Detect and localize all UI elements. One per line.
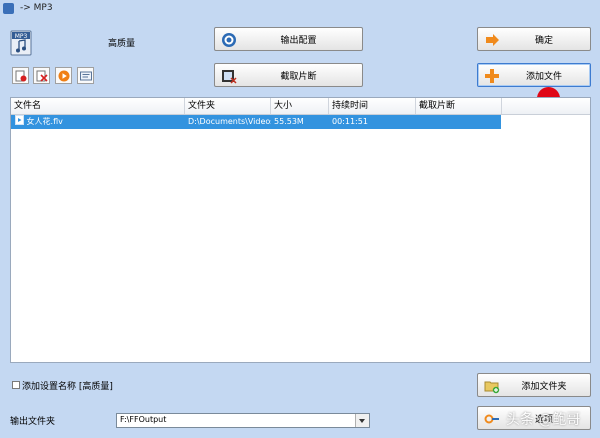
column-header-duration[interactable]: 持续时间 <box>329 98 416 114</box>
arrow-right-icon <box>484 32 500 48</box>
mp3-profile-icon[interactable]: MP3 <box>10 30 32 56</box>
remove-file-button[interactable] <box>12 67 29 84</box>
output-settings-button[interactable]: 输出配置 <box>214 27 363 51</box>
clip-button[interactable]: 截取片断 <box>214 63 363 87</box>
ok-button[interactable]: 确定 <box>477 27 591 51</box>
column-header-filename[interactable]: 文件名 <box>11 98 185 114</box>
clear-list-icon <box>36 70 48 82</box>
column-header-size[interactable]: 大小 <box>271 98 329 114</box>
file-list-table[interactable]: 文件名 文件夹 大小 持续时间 截取片断 女人花.flv D:\Document… <box>10 97 591 363</box>
remove-file-icon <box>15 70 27 82</box>
output-folder-select[interactable]: F:\FFOutput <box>116 413 370 428</box>
folder-add-icon <box>484 378 500 394</box>
clip-label: 截取片断 <box>280 71 317 82</box>
play-icon <box>58 70 70 82</box>
media-info-icon <box>80 71 92 81</box>
add-folder-label: 添加文件夹 <box>521 381 567 392</box>
quality-label: 高质量 <box>108 39 136 49</box>
app-icon <box>3 3 14 14</box>
svg-text:MP3: MP3 <box>15 33 28 40</box>
output-folder-label: 输出文件夹 <box>10 417 56 427</box>
settings-icon <box>221 32 237 48</box>
column-header-folder[interactable]: 文件夹 <box>185 98 271 114</box>
window-title: -> MP3 <box>20 3 53 13</box>
table-row[interactable]: 女人花.flv D:\Documents\Videos 55.53M 00:11… <box>11 115 501 129</box>
add-setting-name-checkbox[interactable] <box>12 381 20 389</box>
film-clip-icon <box>221 68 237 84</box>
filename-text: 女人花.flv <box>26 117 63 126</box>
table-header: 文件名 文件夹 大小 持续时间 截取片断 <box>11 98 590 115</box>
watermark-text: 头条 @鲍哥 <box>506 412 581 428</box>
clear-list-button[interactable] <box>33 67 50 84</box>
output-settings-label: 输出配置 <box>280 35 317 46</box>
play-button[interactable] <box>55 67 72 84</box>
video-file-icon <box>15 115 24 125</box>
add-file-button[interactable]: 添加文件 <box>477 63 591 87</box>
cell-folder: D:\Documents\Videos <box>188 117 271 126</box>
title-bar: -> MP3 <box>0 0 600 18</box>
ok-label: 确定 <box>534 35 553 46</box>
options-icon <box>484 411 500 427</box>
add-file-label: 添加文件 <box>525 71 562 82</box>
cell-filename: 女人花.flv <box>11 115 185 129</box>
cell-duration: 00:11:51 <box>332 117 368 126</box>
column-header-clip[interactable]: 截取片断 <box>416 98 502 114</box>
cell-size: 55.53M <box>274 117 304 126</box>
output-folder-value: F:\FFOutput <box>120 415 167 424</box>
add-setting-name-label: 添加设置名称 [高质量] <box>22 382 113 392</box>
media-info-button[interactable] <box>77 67 94 84</box>
dropdown-arrow-icon[interactable] <box>355 414 369 427</box>
add-folder-button[interactable]: 添加文件夹 <box>477 373 591 397</box>
cell-clip <box>416 115 501 129</box>
plus-icon <box>484 68 500 84</box>
